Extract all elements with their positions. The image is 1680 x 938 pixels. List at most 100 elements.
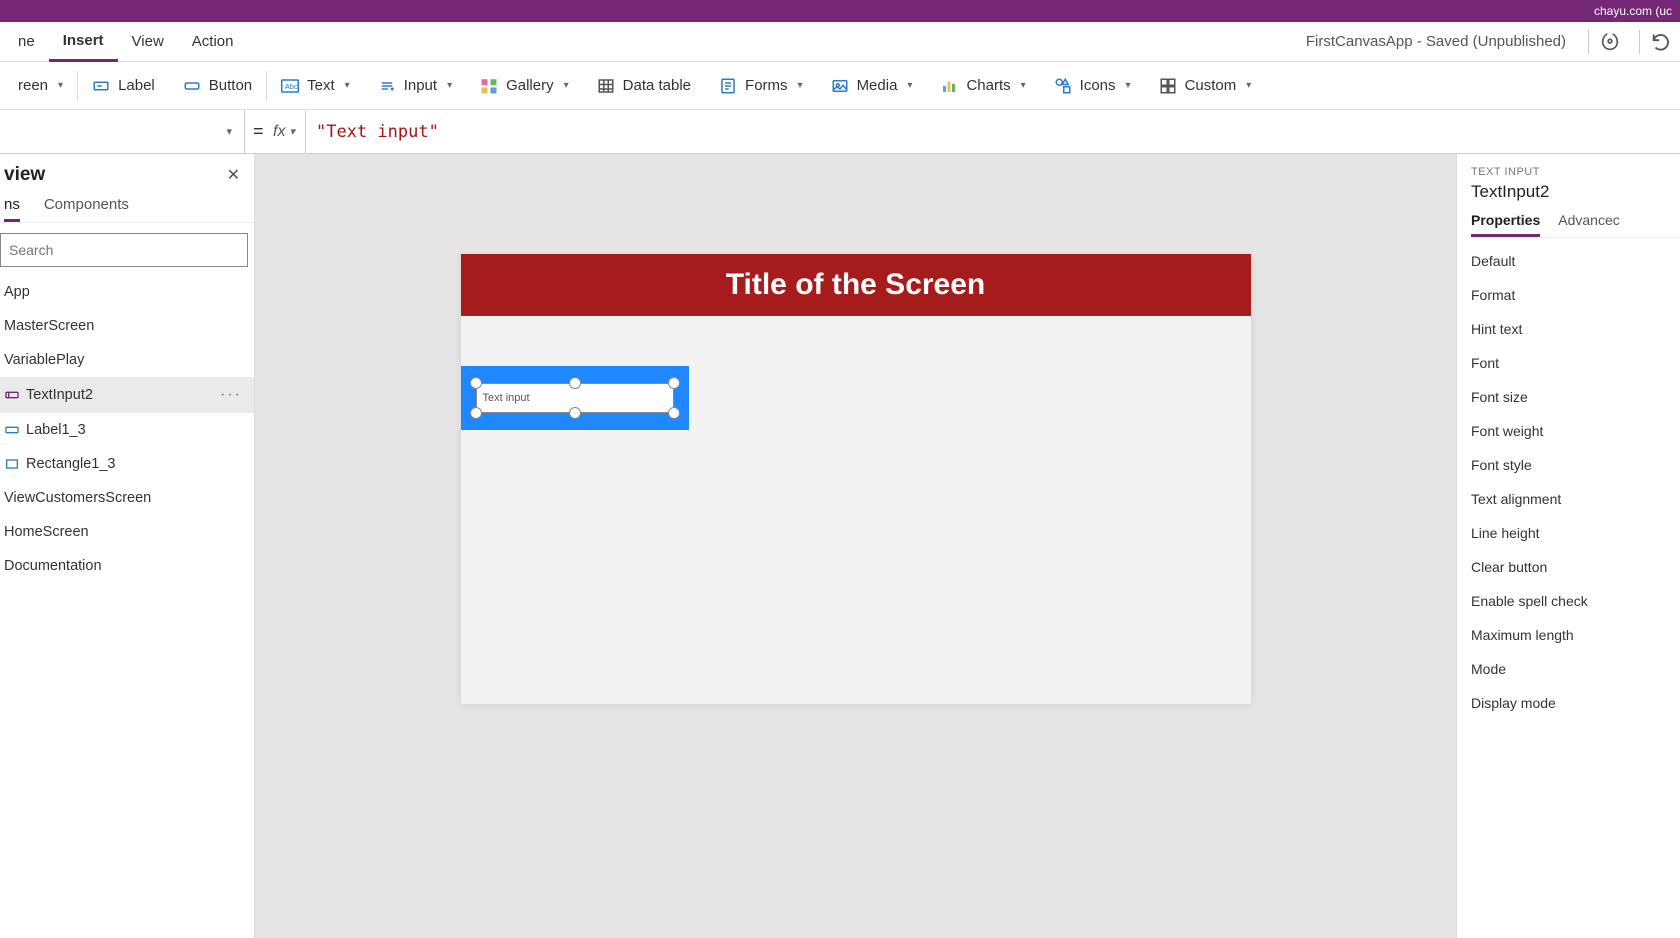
resize-handle[interactable] [668, 377, 680, 389]
chevron-down-icon: ▾ [907, 80, 912, 91]
chevron-down-icon: ▾ [289, 125, 295, 138]
tree-item-label: HomeScreen [4, 524, 89, 540]
equals-sign: = [245, 121, 263, 142]
ribbon-datatable[interactable]: Data table [583, 77, 705, 95]
menu-view[interactable]: View [118, 22, 178, 62]
textinput-inner[interactable]: Text input [476, 383, 674, 413]
property-row-hint-text[interactable]: Hint text [1471, 312, 1680, 346]
property-row-maximum-length[interactable]: Maximum length [1471, 618, 1680, 652]
ribbon-media-label: Media [857, 77, 898, 94]
button-icon [183, 77, 201, 95]
menu-insert[interactable]: Insert [49, 22, 118, 62]
tree-item-homescreen[interactable]: HomeScreen [0, 515, 254, 549]
ribbon-label-text: Label [118, 77, 155, 94]
ribbon-text-label: Text [307, 77, 335, 94]
ribbon-new-screen[interactable]: reen▾ [4, 77, 77, 94]
ribbon-gallery-label: Gallery [506, 77, 554, 94]
label-icon [92, 77, 110, 95]
app-checker-icon[interactable] [1599, 31, 1629, 53]
ribbon-media[interactable]: Media ▾ [817, 77, 927, 95]
tree-item-icon [4, 422, 20, 438]
chevron-down-icon: ▾ [564, 80, 569, 91]
tab-screens[interactable]: ns [4, 196, 20, 222]
property-row-text-alignment[interactable]: Text alignment [1471, 482, 1680, 516]
canvas-area[interactable]: Title of the Screen Text input [255, 154, 1456, 938]
tree-item-label: ViewCustomersScreen [4, 490, 151, 506]
fx-button[interactable]: fx▾ [263, 123, 305, 141]
charts-icon [940, 77, 958, 95]
more-icon[interactable]: ··· [220, 386, 248, 404]
tree-item-variableplay[interactable]: VariablePlay [0, 343, 254, 377]
app-screen[interactable]: Title of the Screen Text input [461, 254, 1251, 704]
control-type-label: TEXT INPUT [1471, 166, 1680, 178]
ribbon-forms[interactable]: Forms▾ [705, 77, 817, 95]
selected-textinput-control[interactable]: Text input [461, 366, 689, 430]
ribbon-input[interactable]: Input▾ [364, 77, 466, 95]
tree-item-viewcustomersscreen[interactable]: ViewCustomersScreen [0, 481, 254, 515]
ribbon-icons-label: Icons [1080, 77, 1116, 94]
window-titlebar: chayu.com (uc [0, 0, 1680, 22]
textinput-placeholder: Text input [483, 392, 530, 404]
tab-properties[interactable]: Properties [1471, 212, 1540, 237]
property-row-mode[interactable]: Mode [1471, 652, 1680, 686]
chevron-down-icon: ▾ [345, 80, 350, 91]
ribbon-gallery[interactable]: Gallery ▾ [466, 77, 583, 95]
property-row-font[interactable]: Font [1471, 346, 1680, 380]
tree-item-label1_3[interactable]: Label1_3 [0, 413, 254, 447]
forms-icon [719, 77, 737, 95]
ribbon-text[interactable]: Abc Text ▾ [267, 77, 364, 95]
tab-components[interactable]: Components [44, 196, 129, 222]
tree-item-rectangle1_3[interactable]: Rectangle1_3 [0, 447, 254, 481]
formula-input[interactable]: "Text input" [305, 110, 1680, 154]
property-row-format[interactable]: Format [1471, 278, 1680, 312]
resize-handle[interactable] [569, 407, 581, 419]
menu-file-fragment[interactable]: ne [4, 22, 49, 62]
tree-item-label: Documentation [4, 558, 102, 574]
tree-view-panel: view ✕ ns Components AppMasterScreenVari… [0, 154, 255, 938]
ribbon-icons[interactable]: Icons ▾ [1040, 77, 1145, 95]
tree-item-documentation[interactable]: Documentation [0, 549, 254, 583]
ribbon-custom[interactable]: Custom ▾ [1145, 77, 1266, 95]
chevron-down-icon: ▾ [1246, 80, 1251, 91]
ribbon-button[interactable]: Button [169, 77, 266, 95]
tree-item-label: TextInput2 [26, 387, 93, 403]
insert-ribbon: reen▾ Label Button Abc Text ▾ Input▾ Gall… [0, 62, 1680, 110]
menu-action[interactable]: Action [178, 22, 248, 62]
custom-icon [1159, 77, 1177, 95]
property-row-font-size[interactable]: Font size [1471, 380, 1680, 414]
divider [1639, 30, 1640, 54]
property-row-enable-spell-check[interactable]: Enable spell check [1471, 584, 1680, 618]
menu-bar: ne Insert View Action FirstCanvasApp - S… [0, 22, 1680, 62]
ribbon-charts[interactable]: Charts▾ [926, 77, 1039, 95]
control-name-label: TextInput2 [1471, 182, 1680, 202]
resize-handle[interactable] [470, 377, 482, 389]
chevron-down-icon: ▾ [1126, 80, 1131, 91]
resize-handle[interactable] [569, 377, 581, 389]
ribbon-datatable-label: Data table [623, 77, 691, 94]
app-title: FirstCanvasApp - Saved (Unpublished) [1306, 33, 1578, 50]
tree-item-textinput2[interactable]: TextInput2 ··· [0, 377, 254, 413]
tree-item-app[interactable]: App [0, 275, 254, 309]
text-icon: Abc [281, 77, 299, 95]
formula-bar: ▾ = fx▾ "Text input" [0, 110, 1680, 154]
tab-advanced[interactable]: Advancec [1558, 212, 1619, 237]
close-icon[interactable]: ✕ [227, 165, 240, 185]
resize-handle[interactable] [470, 407, 482, 419]
gallery-icon [480, 77, 498, 95]
ribbon-label[interactable]: Label [78, 77, 169, 95]
tree-search-input[interactable] [0, 233, 248, 267]
undo-icon[interactable] [1650, 31, 1680, 53]
property-row-clear-button[interactable]: Clear button [1471, 550, 1680, 584]
ribbon-custom-label: Custom [1185, 77, 1237, 94]
icons-icon [1054, 77, 1072, 95]
chevron-down-icon: ▾ [226, 125, 232, 138]
tree-item-masterscreen[interactable]: MasterScreen [0, 309, 254, 343]
property-row-default[interactable]: Default [1471, 244, 1680, 278]
property-dropdown[interactable]: ▾ [0, 110, 245, 154]
property-row-line-height[interactable]: Line height [1471, 516, 1680, 550]
resize-handle[interactable] [668, 407, 680, 419]
input-icon [378, 77, 396, 95]
property-row-display-mode[interactable]: Display mode [1471, 686, 1680, 720]
property-row-font-weight[interactable]: Font weight [1471, 414, 1680, 448]
property-row-font-style[interactable]: Font style [1471, 448, 1680, 482]
